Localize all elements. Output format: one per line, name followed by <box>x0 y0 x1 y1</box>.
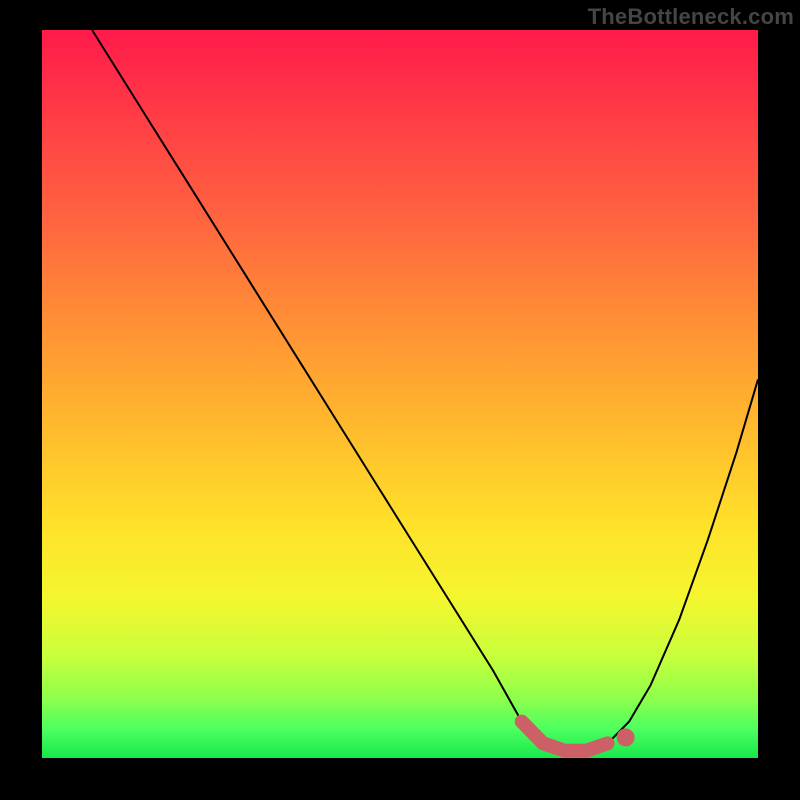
watermark-label: TheBottleneck.com <box>588 4 794 30</box>
bottleneck-chart <box>0 0 800 800</box>
chart-frame: TheBottleneck.com <box>0 0 800 800</box>
optimal-region-endpoint <box>617 728 635 746</box>
plot-background <box>42 30 758 758</box>
